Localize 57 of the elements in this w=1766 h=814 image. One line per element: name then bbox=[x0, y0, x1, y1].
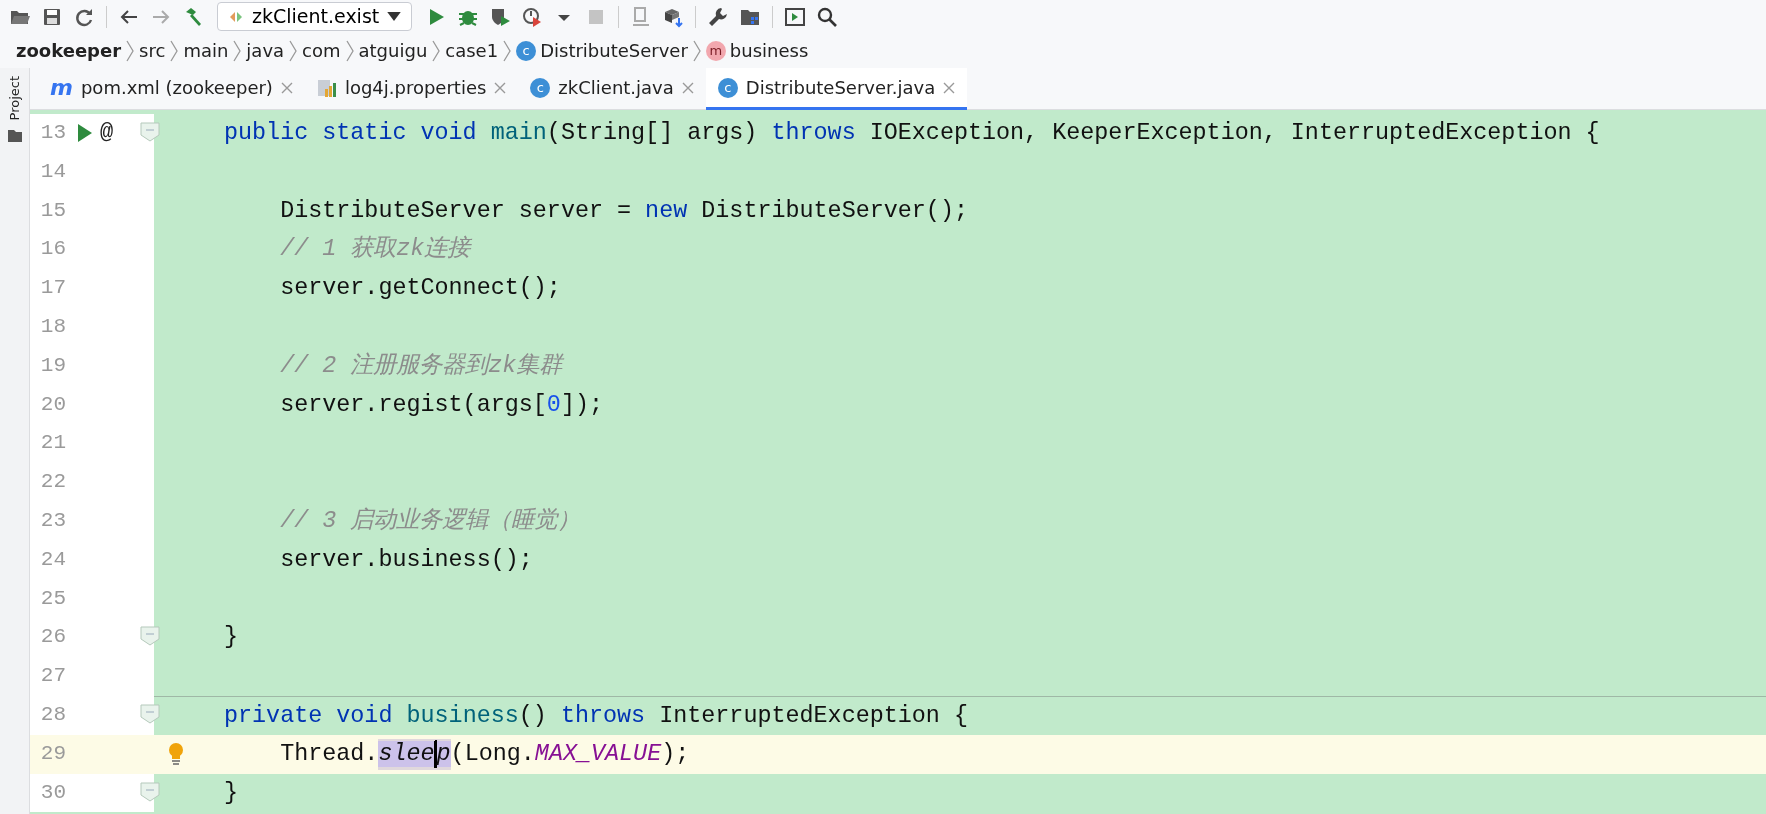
chevron-icon bbox=[345, 39, 354, 62]
line-number: 30 bbox=[39, 779, 66, 805]
folder-icon[interactable] bbox=[6, 128, 23, 145]
chevron-icon bbox=[692, 39, 701, 62]
line-number: 13 bbox=[39, 120, 66, 146]
breadcrumb-item[interactable]: zookeeper bbox=[16, 37, 122, 64]
breadcrumb-item[interactable]: main bbox=[183, 37, 229, 64]
breadcrumb-item[interactable]: atguigu bbox=[358, 37, 428, 64]
close-icon[interactable] bbox=[681, 81, 694, 94]
line-number: 22 bbox=[39, 469, 66, 495]
line-number: 26 bbox=[39, 624, 66, 650]
chevron-icon bbox=[170, 39, 179, 62]
line-number: 21 bbox=[39, 430, 66, 456]
class-file-icon: c bbox=[530, 77, 551, 98]
line-number: 18 bbox=[39, 314, 66, 340]
line-number: 14 bbox=[39, 158, 66, 184]
caret-icon bbox=[387, 12, 402, 21]
chevron-icon bbox=[432, 39, 441, 62]
breadcrumb-item[interactable]: business bbox=[729, 37, 809, 64]
editor-tab[interactable]: m pom.xml (zookeeper) bbox=[38, 68, 305, 110]
text-cursor bbox=[433, 740, 436, 768]
line-number: 24 bbox=[39, 546, 66, 572]
line-number: 28 bbox=[39, 701, 66, 728]
close-icon[interactable] bbox=[494, 81, 507, 94]
class-badge-icon: c bbox=[516, 40, 537, 61]
chevron-icon bbox=[233, 39, 242, 62]
breadcrumb-item[interactable]: src bbox=[139, 37, 166, 64]
class-file-icon: c bbox=[717, 77, 738, 98]
line-number: 17 bbox=[39, 275, 66, 301]
run-icon[interactable] bbox=[78, 124, 92, 142]
properties-file-icon bbox=[316, 77, 337, 98]
chevron-icon bbox=[289, 39, 298, 62]
editor-tab[interactable]: log4j.properties bbox=[304, 68, 519, 110]
close-icon[interactable] bbox=[280, 81, 293, 94]
close-icon[interactable] bbox=[943, 81, 956, 94]
breadcrumb-item[interactable]: case1 bbox=[445, 37, 499, 64]
run-configuration-dropdown[interactable]: zkClient.exist bbox=[217, 2, 413, 31]
line-number: 15 bbox=[39, 197, 66, 223]
line-number: 23 bbox=[39, 507, 66, 534]
override-marker[interactable]: @ bbox=[100, 116, 114, 149]
line-number: 25 bbox=[39, 585, 66, 611]
line-number: 20 bbox=[39, 391, 66, 417]
breadcrumb-item[interactable]: java bbox=[246, 37, 285, 64]
project-tool-label[interactable]: Project bbox=[6, 76, 23, 121]
method-badge-icon: m bbox=[705, 40, 726, 61]
line-number: 29 bbox=[39, 740, 66, 766]
breadcrumb-item[interactable]: DistributeServer bbox=[540, 37, 688, 64]
lightbulb-icon[interactable] bbox=[168, 742, 184, 765]
chevron-icon bbox=[126, 39, 135, 62]
line-number: 16 bbox=[39, 236, 66, 262]
editor-tab[interactable]: c zkClient.java bbox=[518, 68, 706, 110]
editor-tab[interactable]: c DistributeServer.java bbox=[705, 68, 968, 110]
breadcrumb-item[interactable]: com bbox=[302, 37, 341, 64]
line-number: 19 bbox=[39, 352, 66, 378]
line-number: 27 bbox=[39, 663, 66, 689]
chevron-icon bbox=[503, 39, 512, 62]
maven-file-icon: m bbox=[50, 77, 73, 98]
